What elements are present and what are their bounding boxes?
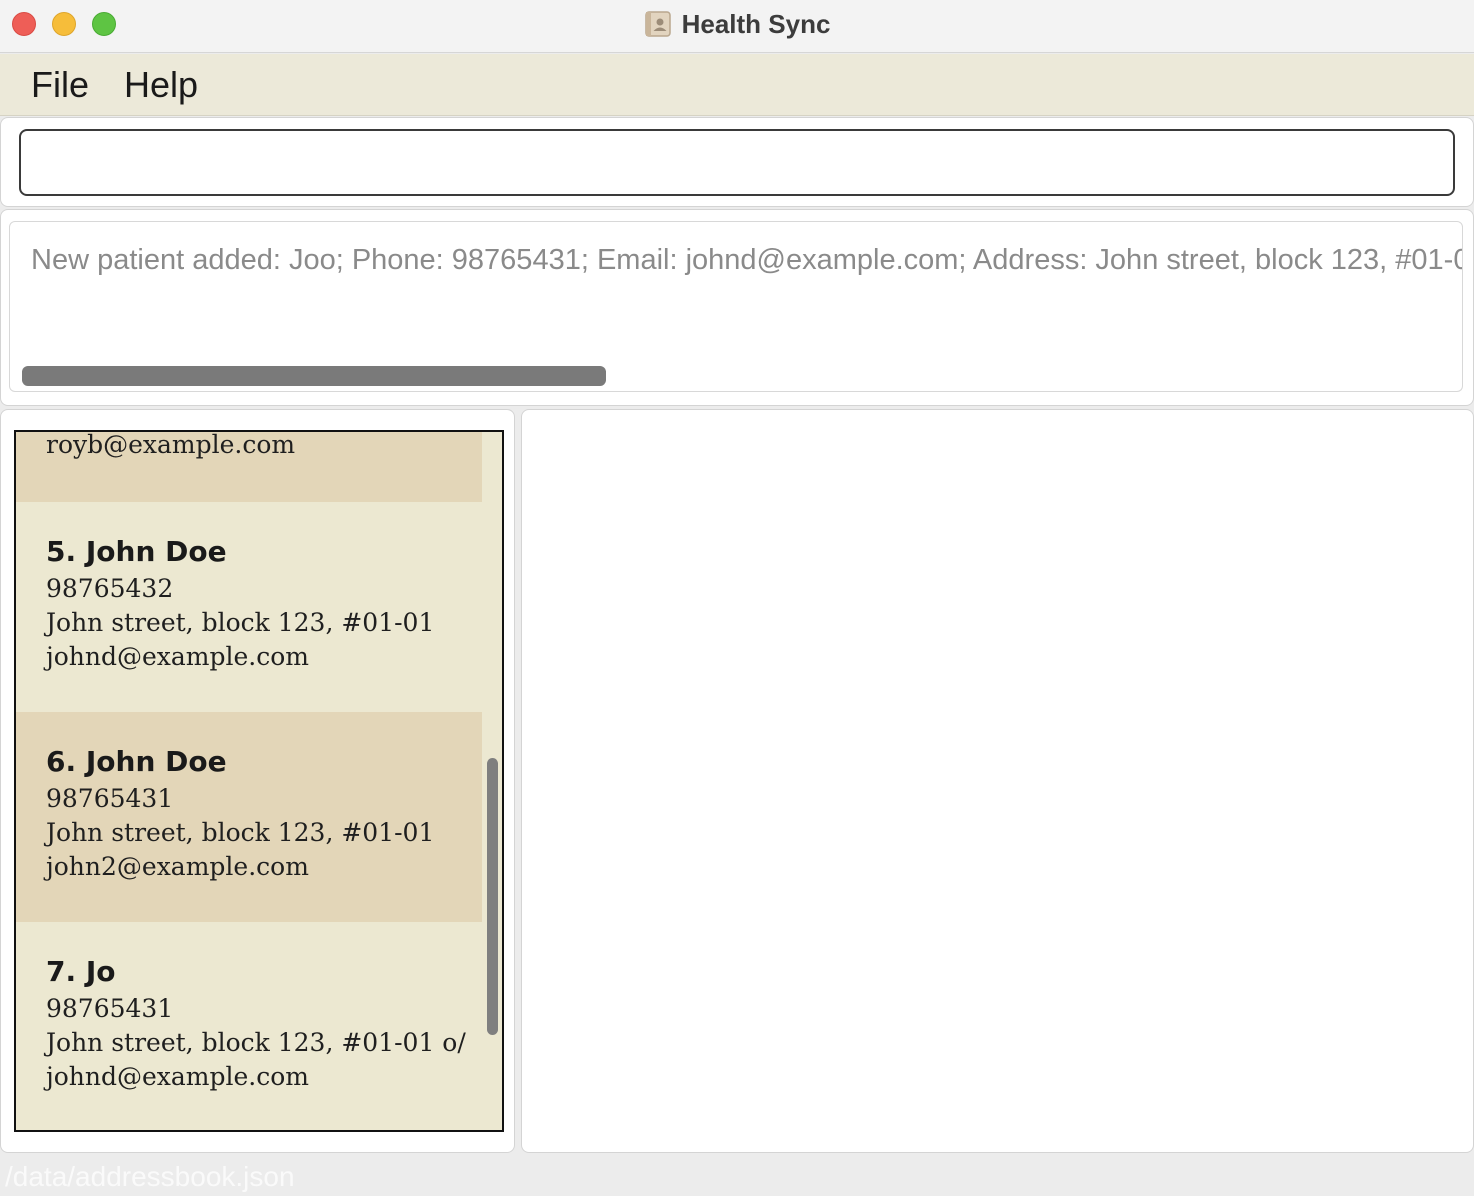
patient-name: 7. Jo — [46, 955, 116, 988]
patient-name: 6. John Doe — [46, 745, 227, 778]
patient-list-scroll-thumb[interactable] — [487, 758, 498, 1035]
result-display[interactable]: New patient added: Joo; Phone: 98765431;… — [9, 221, 1463, 369]
command-input[interactable] — [19, 129, 1455, 196]
patient-card[interactable]: 6. John Doe 98765431 John street, block … — [16, 712, 482, 922]
patient-name: 5. John Doe — [46, 535, 227, 568]
patient-card[interactable]: royb@example.com — [16, 430, 482, 502]
patient-phone: 98765432 — [46, 574, 174, 603]
patient-list-content: royb@example.com 5. John Doe 98765432 Jo… — [16, 430, 482, 1130]
patient-phone: 98765431 — [46, 784, 174, 813]
patient-email: royb@example.com — [46, 430, 296, 459]
title-bar: Health Sync — [0, 0, 1474, 53]
save-location: /data/addressbook.json — [5, 1161, 295, 1192]
patient-phone: 98765431 — [46, 994, 174, 1023]
address-book-icon — [644, 10, 672, 38]
patient-detail-pane — [521, 409, 1474, 1153]
patient-email: johnd@example.com — [46, 1062, 310, 1091]
patient-list[interactable]: royb@example.com 5. John Doe 98765432 Jo… — [14, 430, 504, 1132]
result-message: New patient added: Joo; Phone: 98765431;… — [31, 244, 1463, 276]
patient-address: John street, block 123, #01-01 — [46, 608, 435, 637]
patient-email: johnd@example.com — [46, 642, 310, 671]
patient-address: John street, block 123, #01-01 o/ — [46, 1028, 466, 1057]
menu-bar: File Help — [0, 54, 1474, 116]
patient-card[interactable]: 5. John Doe 98765432 John street, block … — [16, 502, 482, 712]
menu-help[interactable]: Help — [124, 64, 198, 106]
patient-email: john2@example.com — [46, 852, 309, 881]
title-group: Health Sync — [0, 8, 1474, 40]
patient-card[interactable]: 7. Jo 98765431 John street, block 123, #… — [16, 922, 482, 1130]
status-bar: /data/addressbook.json — [0, 1157, 1474, 1196]
patient-address: John street, block 123, #01-01 — [46, 818, 435, 847]
window-title: Health Sync — [681, 8, 831, 39]
result-scroll-thumb[interactable] — [22, 366, 606, 386]
command-box-pane — [0, 117, 1474, 207]
menu-file[interactable]: File — [31, 64, 89, 106]
